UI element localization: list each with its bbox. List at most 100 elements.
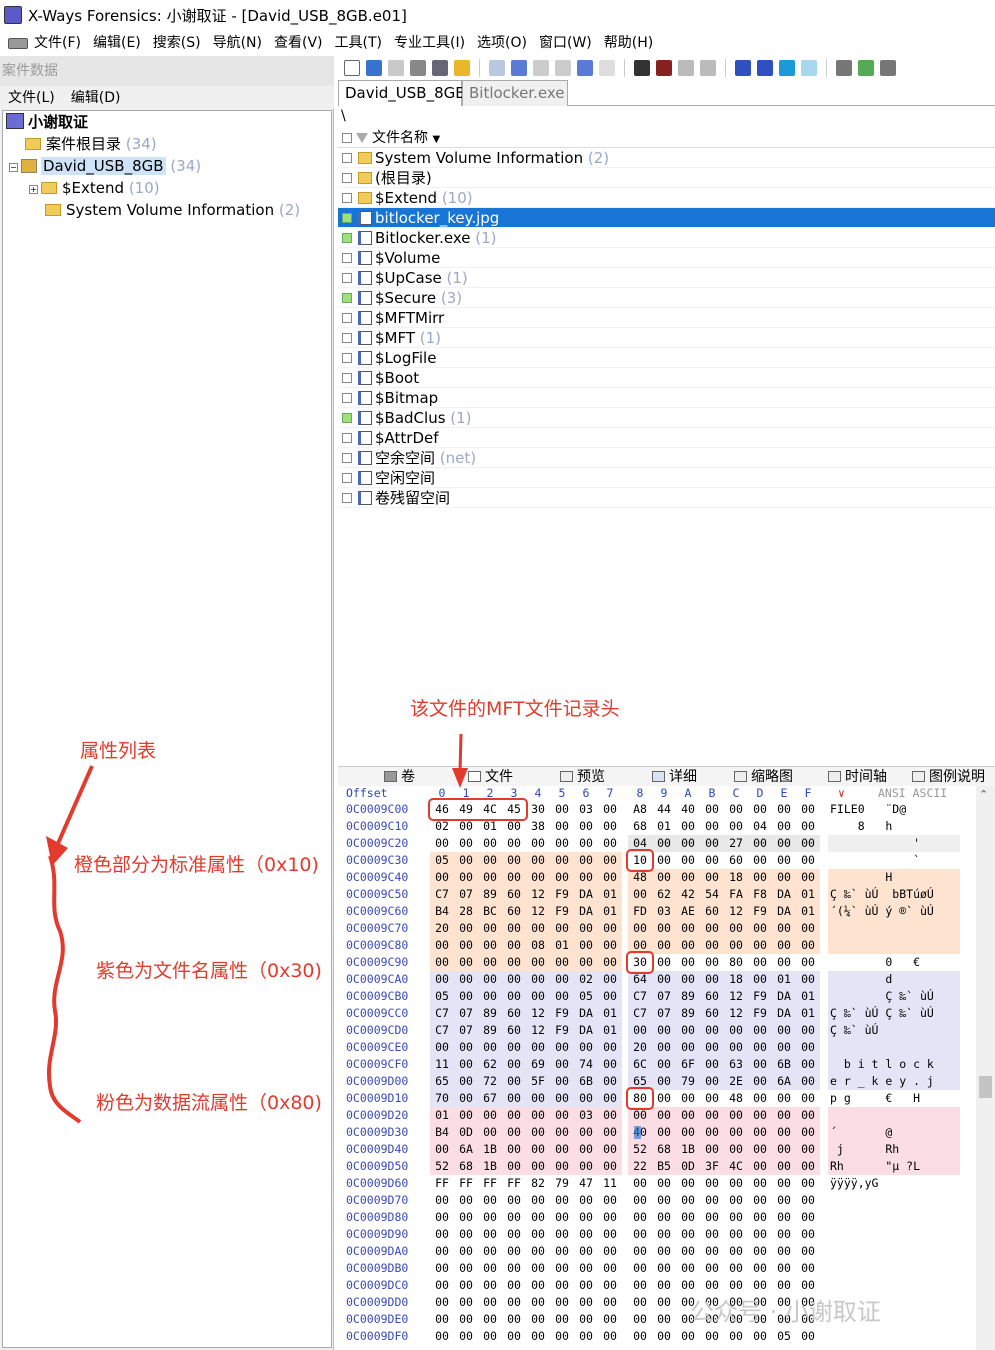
hex-byte[interactable]: 00 (796, 1226, 820, 1243)
hex-byte[interactable]: 00 (574, 1294, 598, 1311)
hex-byte[interactable]: 00 (652, 954, 676, 971)
hex-byte[interactable]: 00 (502, 1124, 526, 1141)
hex-byte[interactable]: 6C (628, 1056, 652, 1073)
file-row[interactable]: (根目录) (338, 168, 995, 188)
tab-volume-view[interactable]: 卷 (384, 767, 415, 787)
hex-byte[interactable]: 00 (454, 971, 478, 988)
hex-byte[interactable]: 38 (526, 818, 550, 835)
hex-byte[interactable]: 6A (454, 1141, 478, 1158)
menu-file[interactable]: 文件(F) (0, 32, 87, 52)
hex-byte[interactable]: 00 (796, 1124, 820, 1141)
hex-byte[interactable]: 12 (526, 903, 550, 920)
hex-byte[interactable]: 00 (478, 1039, 502, 1056)
hex-byte[interactable]: 00 (478, 988, 502, 1005)
copy-icon[interactable] (511, 60, 527, 76)
menu-search[interactable]: 搜索(S) (147, 32, 207, 52)
hex-byte[interactable]: 00 (796, 1192, 820, 1209)
hex-byte[interactable]: 89 (478, 1005, 502, 1022)
export-icon[interactable] (454, 60, 470, 76)
hex-byte[interactable]: 00 (430, 1277, 454, 1294)
hex-byte[interactable]: 00 (652, 1056, 676, 1073)
hex-byte[interactable]: 00 (526, 1039, 550, 1056)
hex-byte[interactable]: 00 (772, 1022, 796, 1039)
hex-row[interactable]: 0C0009CD0 C7 07 89 60 12 F9 DA 01 00 00 00 00 00 00 00 0… (338, 1022, 995, 1039)
file-row[interactable]: 空闲空间 (338, 468, 995, 488)
hex-byte[interactable]: 00 (652, 1226, 676, 1243)
hex-byte[interactable]: 00 (796, 1209, 820, 1226)
hex-byte[interactable]: 00 (652, 1243, 676, 1260)
hex-byte[interactable]: 00 (796, 1243, 820, 1260)
file-list-header[interactable]: 文件名称 ▼ (338, 128, 995, 148)
hex-byte[interactable]: 00 (748, 937, 772, 954)
hex-byte[interactable]: 60 (700, 988, 724, 1005)
hex-byte[interactable]: 22 (628, 1158, 652, 1175)
hex-byte[interactable]: 00 (478, 1294, 502, 1311)
hex-byte[interactable]: 00 (748, 1056, 772, 1073)
menu-navigate[interactable]: 导航(N) (207, 32, 268, 52)
hex-byte[interactable]: 00 (676, 818, 700, 835)
hex-row[interactable]: 0C0009C50 C7 07 89 60 12 F9 DA 01 00 62 42 54 FA F8 DA 0… (338, 886, 995, 903)
hex-byte[interactable]: 00 (430, 1294, 454, 1311)
hex-byte[interactable]: 00 (676, 937, 700, 954)
hex-byte[interactable]: 00 (598, 1107, 622, 1124)
menu-edit[interactable]: 编辑(E) (87, 32, 147, 52)
hex-byte[interactable]: 00 (454, 1294, 478, 1311)
hex-byte[interactable]: 00 (724, 1175, 748, 1192)
hex-byte[interactable]: 00 (502, 1141, 526, 1158)
hex-byte[interactable]: 00 (796, 1056, 820, 1073)
tab-details[interactable]: 详细 (652, 767, 697, 787)
hex-byte[interactable]: 00 (700, 1226, 724, 1243)
row-checkbox[interactable] (342, 293, 352, 303)
hex-byte[interactable]: 00 (550, 1124, 574, 1141)
hex-byte[interactable]: 00 (574, 1039, 598, 1056)
hex-byte[interactable]: 00 (628, 1192, 652, 1209)
hex-byte[interactable]: 00 (478, 1107, 502, 1124)
hex-byte[interactable]: 00 (652, 920, 676, 937)
hex-byte[interactable]: 00 (550, 852, 574, 869)
hex-byte[interactable]: 89 (676, 1005, 700, 1022)
scroll-thumb[interactable] (979, 1076, 992, 1098)
hex-byte[interactable]: 00 (628, 1226, 652, 1243)
hex-byte[interactable]: 00 (724, 1328, 748, 1345)
hex-byte[interactable]: 00 (598, 1243, 622, 1260)
hex-byte[interactable]: 00 (574, 1260, 598, 1277)
file-row[interactable]: $Boot (338, 368, 995, 388)
file-row[interactable]: $Volume (338, 248, 995, 268)
properties-icon[interactable] (432, 60, 448, 76)
copy-block-icon[interactable] (577, 60, 593, 76)
hex-byte[interactable]: 00 (502, 971, 526, 988)
hex-byte[interactable]: 6A (772, 1073, 796, 1090)
hex-byte[interactable]: DA (574, 886, 598, 903)
hex-byte[interactable]: DA (574, 903, 598, 920)
hex-byte[interactable]: 68 (652, 1141, 676, 1158)
hex-byte[interactable]: 00 (748, 1209, 772, 1226)
hex-byte[interactable]: 00 (676, 1124, 700, 1141)
hex-byte[interactable]: 00 (700, 971, 724, 988)
hex-byte[interactable]: 00 (598, 1209, 622, 1226)
hex-byte[interactable]: 00 (724, 1107, 748, 1124)
hex-byte[interactable]: 00 (574, 1192, 598, 1209)
hex-byte[interactable]: 00 (502, 954, 526, 971)
hex-byte[interactable]: 00 (748, 1243, 772, 1260)
hex-byte[interactable]: 00 (430, 835, 454, 852)
hex-byte[interactable]: 00 (550, 1277, 574, 1294)
hex-byte[interactable]: 00 (676, 1039, 700, 1056)
hex-byte[interactable]: 00 (772, 954, 796, 971)
hex-byte[interactable]: 00 (478, 835, 502, 852)
hex-byte[interactable]: 00 (700, 1175, 724, 1192)
hex-byte[interactable]: 00 (526, 988, 550, 1005)
hex-byte[interactable]: 00 (502, 1209, 526, 1226)
hex-byte[interactable]: 00 (430, 1209, 454, 1226)
hex-byte[interactable]: 01 (796, 1005, 820, 1022)
hex-byte[interactable]: 00 (454, 1311, 478, 1328)
hex-byte[interactable]: 00 (628, 886, 652, 903)
hex-byte[interactable]: 00 (526, 920, 550, 937)
hex-byte[interactable]: DA (772, 886, 796, 903)
hex-byte[interactable]: 18 (724, 869, 748, 886)
hex-byte[interactable]: 00 (700, 1039, 724, 1056)
file-row[interactable]: $Secure (3) (338, 288, 995, 308)
hex-byte[interactable]: 00 (652, 1260, 676, 1277)
hex-byte[interactable]: 01 (796, 886, 820, 903)
scroll-up-icon[interactable]: ⌃ (979, 788, 988, 801)
hex-byte[interactable]: 20 (628, 1039, 652, 1056)
